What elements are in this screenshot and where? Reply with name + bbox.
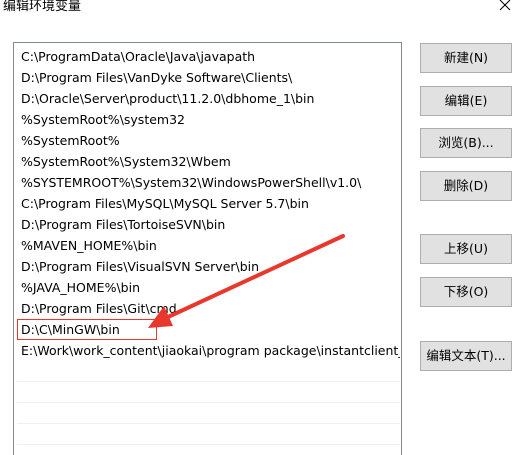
list-item-empty[interactable] bbox=[17, 424, 400, 445]
title-bar: 编辑环境变量 bbox=[0, 0, 521, 22]
list-item[interactable]: D:\Program Files\VisualSVN Server\bin bbox=[17, 256, 400, 277]
list-item-empty[interactable] bbox=[17, 403, 400, 424]
list-item-empty[interactable] bbox=[17, 361, 400, 382]
path-list[interactable]: C:\ProgramData\Oracle\Java\javapath D:\P… bbox=[13, 42, 402, 455]
list-item[interactable]: C:\Program Files\MySQL\MySQL Server 5.7\… bbox=[17, 193, 400, 214]
list-item[interactable]: D:\Program Files\VanDyke Software\Client… bbox=[17, 67, 400, 88]
list-item[interactable]: C:\ProgramData\Oracle\Java\javapath bbox=[17, 46, 400, 67]
list-item[interactable]: %SYSTEMROOT%\System32\WindowsPowerShell\… bbox=[17, 172, 400, 193]
move-up-button[interactable]: 上移(U) bbox=[420, 234, 512, 264]
list-item[interactable]: %JAVA_HOME%\bin bbox=[17, 277, 400, 298]
close-button[interactable] bbox=[486, 0, 521, 16]
list-item[interactable]: %SystemRoot%\System32\Wbem bbox=[17, 151, 400, 172]
list-item[interactable]: %SystemRoot%\system32 bbox=[17, 109, 400, 130]
move-down-button[interactable]: 下移(O) bbox=[420, 277, 512, 307]
close-icon bbox=[499, 0, 511, 11]
list-item[interactable]: D:\Oracle\Server\product\11.2.0\dbhome_1… bbox=[17, 88, 400, 109]
list-item[interactable]: %MAVEN_HOME%\bin bbox=[17, 235, 400, 256]
edit-button[interactable]: 编辑(E) bbox=[420, 86, 512, 116]
list-item-empty[interactable] bbox=[17, 382, 400, 403]
list-item[interactable]: E:\Work\work_content\jiaokai\program pac… bbox=[17, 340, 400, 361]
list-item[interactable]: %SystemRoot% bbox=[17, 130, 400, 151]
edit-text-button[interactable]: 编辑文本(T)... bbox=[420, 341, 512, 371]
browse-button[interactable]: 浏览(B)... bbox=[420, 128, 512, 158]
window-title: 编辑环境变量 bbox=[3, 0, 82, 14]
new-button[interactable]: 新建(N) bbox=[420, 43, 512, 73]
list-item[interactable]: D:\Program Files\TortoiseSVN\bin bbox=[17, 214, 400, 235]
list-item[interactable]: D:\Program Files\Git\cmd bbox=[17, 298, 400, 319]
delete-button[interactable]: 删除(D) bbox=[420, 171, 512, 201]
list-item-selected[interactable]: D:\C\MinGW\bin bbox=[17, 319, 157, 340]
